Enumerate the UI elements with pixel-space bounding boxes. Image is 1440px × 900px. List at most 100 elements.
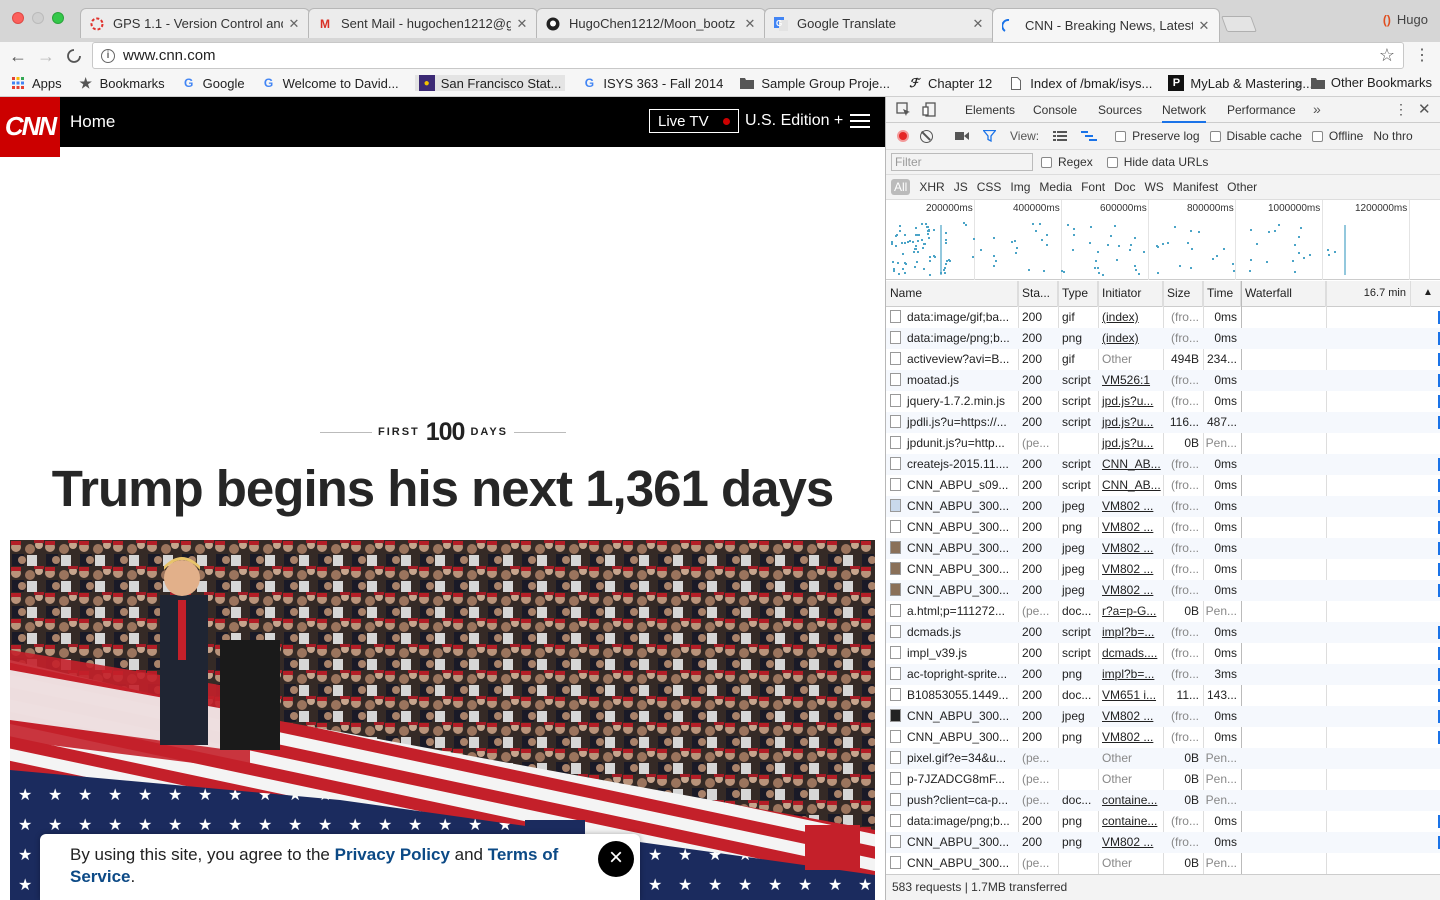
browser-tab[interactable]: G Google Translate ✕ — [764, 8, 994, 38]
address-bar[interactable]: i www.cnn.com ☆ — [92, 42, 1404, 69]
request-initiator[interactable]: (index) — [1098, 328, 1163, 349]
bookmark-google[interactable]: G Google — [181, 75, 245, 91]
more-tabs-icon[interactable]: » — [1313, 101, 1321, 117]
request-name[interactable]: activeview?avi=B... — [886, 349, 1018, 370]
type-filter-other[interactable]: Other — [1227, 180, 1257, 194]
devtools-tab-elements[interactable]: Elements — [965, 97, 1015, 123]
type-filter-ws[interactable]: WS — [1144, 180, 1163, 194]
request-name[interactable]: ac-topright-sprite... — [886, 664, 1018, 685]
tab-close-icon[interactable]: ✕ — [743, 16, 757, 32]
disable-cache-checkbox[interactable] — [1209, 130, 1221, 142]
request-name[interactable]: B10853055.1449... — [886, 685, 1018, 706]
request-row[interactable]: CNN_ABPU_s09... 200 script CNN_AB... (fro...… — [886, 475, 1440, 496]
column-waterfall[interactable]: Waterfall — [1241, 281, 1326, 307]
cnn-logo[interactable]: CNN — [0, 97, 60, 157]
request-row[interactable]: CNN_ABPU_300... (pe... Other 0B Pen... — [886, 853, 1440, 874]
edition-selector[interactable]: U.S. Edition + — [745, 112, 843, 130]
info-icon[interactable]: i — [101, 48, 115, 63]
request-row[interactable]: jpdli.js?u=https://... 200 script jpd.js?u.… — [886, 412, 1440, 433]
type-filter-manifest[interactable]: Manifest — [1173, 180, 1218, 194]
request-name[interactable]: jpdunit.js?u=http... — [886, 433, 1018, 454]
window-minimize-button[interactable] — [32, 12, 44, 24]
filter-input[interactable]: Filter — [891, 153, 1033, 171]
request-row[interactable]: activeview?avi=B... 200 gif Other 494B 234... — [886, 349, 1440, 370]
browser-tab[interactable]: M Sent Mail - hugochen1212@g ✕ — [308, 8, 538, 38]
request-name[interactable]: CNN_ABPU_300... — [886, 496, 1018, 517]
request-row[interactable]: CNN_ABPU_300... 200 jpeg VM802 ... (fro... 0m… — [886, 559, 1440, 580]
bookmark-chapter-12[interactable]: ℱ Chapter 12 — [906, 75, 992, 91]
devtools-tab-sources[interactable]: Sources — [1098, 97, 1142, 123]
request-initiator[interactable]: CNN_AB... — [1098, 475, 1163, 496]
preserve-log-checkbox[interactable] — [1115, 130, 1127, 142]
request-row[interactable]: push?client=ca-p... (pe... doc... containe.… — [886, 790, 1440, 811]
capture-screenshots-icon[interactable] — [955, 131, 969, 141]
bookmark-star-icon[interactable]: ☆ — [1379, 45, 1395, 66]
clear-icon[interactable] — [920, 129, 933, 143]
column-name[interactable]: Name — [886, 281, 1018, 307]
request-row[interactable]: data:image/gif;ba... 200 gif (index) (fro...… — [886, 307, 1440, 328]
home-link[interactable]: Home — [70, 112, 115, 132]
profile-button[interactable]: () Hugo — [1383, 12, 1428, 27]
request-name[interactable]: CNN_ABPU_300... — [886, 853, 1018, 874]
request-name[interactable]: CNN_ABPU_300... — [886, 517, 1018, 538]
request-initiator[interactable]: VM651 i... — [1098, 685, 1163, 706]
request-row[interactable]: jquery-1.7.2.min.js 200 script jpd.js?u... (… — [886, 391, 1440, 412]
request-initiator[interactable]: VM802 ... — [1098, 517, 1163, 538]
devtools-close-icon[interactable]: ✕ — [1418, 100, 1431, 118]
column-time[interactable]: Time — [1203, 281, 1241, 307]
request-name[interactable]: impl_v39.js — [886, 643, 1018, 664]
request-name[interactable]: CNN_ABPU_300... — [886, 538, 1018, 559]
url-text[interactable]: www.cnn.com — [123, 47, 1379, 64]
request-name[interactable]: CNN_ABPU_300... — [886, 832, 1018, 853]
request-initiator[interactable]: impl?b=... — [1098, 622, 1163, 643]
request-initiator[interactable]: r?a=p-G... — [1098, 601, 1163, 622]
request-initiator[interactable]: Other — [1098, 748, 1163, 769]
request-name[interactable]: CNN_ABPU_300... — [886, 580, 1018, 601]
filter-icon[interactable] — [983, 130, 996, 142]
request-initiator[interactable]: jpd.js?u... — [1098, 433, 1163, 454]
request-row[interactable]: CNN_ABPU_300... 200 png VM802 ... (fro... 0ms — [886, 517, 1440, 538]
type-filter-all[interactable]: All — [891, 179, 911, 195]
record-icon[interactable] — [897, 130, 909, 142]
request-initiator[interactable]: dcmads.... — [1098, 643, 1163, 664]
request-row[interactable]: jpdunit.js?u=http... (pe... jpd.js?u... 0B P… — [886, 433, 1440, 454]
request-initiator[interactable]: Other — [1098, 349, 1163, 370]
inspect-element-icon[interactable] — [896, 102, 912, 118]
type-filter-doc[interactable]: Doc — [1114, 180, 1135, 194]
request-name[interactable]: jquery-1.7.2.min.js — [886, 391, 1018, 412]
bookmark-mylab[interactable]: P MyLab & Mastering... — [1168, 75, 1313, 91]
request-initiator[interactable]: (index) — [1098, 307, 1163, 328]
overview-waterfall-icon[interactable] — [1081, 131, 1098, 141]
large-rows-icon[interactable] — [1053, 131, 1068, 141]
request-initiator[interactable]: Other — [1098, 853, 1163, 874]
live-tv-button[interactable]: Live TV — [649, 109, 739, 133]
throttling-select[interactable]: No thro — [1373, 129, 1412, 143]
browser-tab[interactable]: HugoChen1212/Moon_bootz ✕ — [536, 8, 766, 38]
first-100-days-kicker[interactable]: FIRST 100 DAYS — [320, 417, 566, 447]
bookmark-welcome-david[interactable]: G Welcome to David... — [261, 75, 399, 91]
bookmark-bookmarks[interactable]: ★ Bookmarks — [78, 75, 164, 91]
request-row[interactable]: data:image/png;b... 200 png containe... (fro… — [886, 811, 1440, 832]
back-arrow-icon[interactable]: ← — [6, 44, 30, 68]
request-name[interactable]: dcmads.js — [886, 622, 1018, 643]
request-name[interactable]: createjs-2015.11.... — [886, 454, 1018, 475]
devtools-tab-performance[interactable]: Performance — [1227, 97, 1296, 123]
request-initiator[interactable]: VM802 ... — [1098, 496, 1163, 517]
devtools-menu-icon[interactable]: ⋮ — [1394, 101, 1408, 118]
request-row[interactable]: CNN_ABPU_300... 200 jpeg VM802 ... (fro... 0m… — [886, 706, 1440, 727]
request-name[interactable]: CNN_ABPU_300... — [886, 559, 1018, 580]
bookmark-index-bmak[interactable]: Index of /bmak/isys... — [1008, 75, 1152, 91]
forward-arrow-icon[interactable]: → — [34, 44, 58, 68]
request-row[interactable]: CNN_ABPU_300... 200 jpeg VM802 ... (fro... 0m… — [886, 580, 1440, 601]
request-row[interactable]: impl_v39.js 200 script dcmads.... (fro... 0ms — [886, 643, 1440, 664]
request-initiator[interactable]: VM802 ... — [1098, 727, 1163, 748]
bookmark-apps[interactable]: Apps — [10, 75, 62, 91]
type-filter-xhr[interactable]: XHR — [919, 180, 944, 194]
request-initiator[interactable]: CNN_AB... — [1098, 454, 1163, 475]
hide-data-urls-checkbox[interactable] — [1106, 156, 1118, 168]
request-name[interactable]: jpdli.js?u=https://... — [886, 412, 1018, 433]
privacy-policy-link[interactable]: Privacy Policy — [335, 845, 450, 864]
column-status[interactable]: Sta... — [1018, 281, 1058, 307]
column-initiator[interactable]: Initiator — [1098, 281, 1163, 307]
request-row[interactable]: moatad.js 200 script VM526:1 (fro... 0ms — [886, 370, 1440, 391]
